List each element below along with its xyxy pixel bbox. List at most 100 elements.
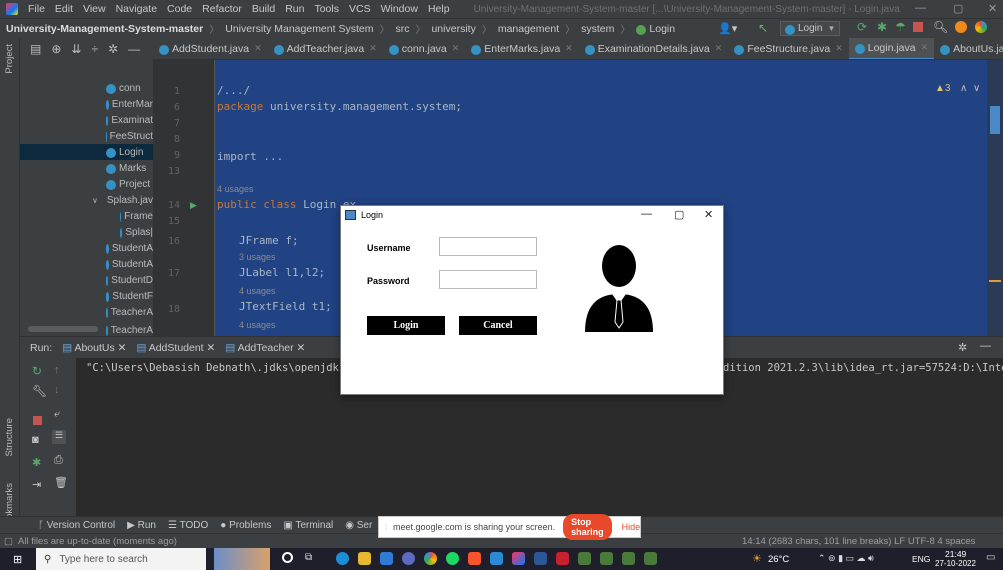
scroll-to-end-icon[interactable]: ☰: [52, 430, 66, 444]
close-tab-icon[interactable]: ✕: [452, 43, 460, 54]
locate-icon[interactable]: ⊕: [51, 42, 61, 56]
breadcrumb-management[interactable]: management: [498, 23, 559, 35]
chevron-up-icon[interactable]: ∧: [960, 83, 967, 94]
app-icon-5[interactable]: [644, 552, 657, 565]
project-view-icon[interactable]: ▤: [30, 42, 41, 56]
drag-handle-icon[interactable]: ⦙: [385, 522, 387, 533]
tree-horizontal-scrollbar[interactable]: [28, 326, 98, 332]
tray-icons[interactable]: ⌃ ⊚ ▮ ▭ ☁ 🔊︎: [818, 553, 874, 564]
cancel-button[interactable]: Cancel: [459, 316, 537, 335]
run-tab-addstudent[interactable]: ▤ AddStudent ✕: [136, 342, 215, 354]
close-tab-icon[interactable]: ✕: [369, 43, 377, 54]
minimize-window-button[interactable]: —: [915, 2, 926, 14]
menu-vcs[interactable]: VCS: [349, 3, 371, 15]
tree-item-feestructure[interactable]: FeeStruct: [20, 128, 153, 144]
print-icon[interactable]: ⎙: [54, 454, 63, 467]
menu-navigate[interactable]: Navigate: [116, 3, 157, 15]
tool-version-control[interactable]: ᚴ Version Control: [38, 520, 115, 531]
breadcrumb-system[interactable]: system: [581, 23, 614, 35]
tool-terminal[interactable]: ▣ Terminal: [283, 520, 333, 531]
run-icon[interactable]: ⟳: [857, 20, 867, 34]
breadcrumb-university[interactable]: university: [431, 23, 475, 35]
cortana-icon[interactable]: [282, 552, 293, 563]
notification-icon[interactable]: ▭: [986, 552, 995, 563]
close-tab-icon[interactable]: ✕: [835, 43, 843, 54]
store-icon[interactable]: [380, 552, 393, 565]
hide-icon[interactable]: —: [128, 42, 140, 56]
tab-conn[interactable]: conn.java ✕: [383, 38, 466, 59]
tree-item-splash[interactable]: ∨ Splash.jav: [20, 192, 153, 208]
task-view-icon[interactable]: ⧉: [305, 552, 318, 565]
tree-item-marks[interactable]: Marks: [20, 160, 153, 176]
tree-item-login[interactable]: Login: [20, 144, 153, 160]
intellij-icon[interactable]: [512, 552, 525, 565]
gear-icon[interactable]: ✲: [108, 42, 118, 56]
vscode-icon[interactable]: [490, 552, 503, 565]
language-indicator[interactable]: ENG: [912, 554, 930, 564]
expand-all-icon[interactable]: ⇊: [71, 42, 81, 56]
project-tool-tab[interactable]: Project: [4, 44, 15, 74]
menu-code[interactable]: Code: [167, 3, 192, 15]
build-hammer-icon[interactable]: ↖: [758, 21, 768, 35]
maximize-window-button[interactable]: ▢: [953, 2, 963, 15]
exit-icon[interactable]: ⇥: [32, 478, 41, 491]
debug-icon[interactable]: ✱: [32, 456, 41, 469]
tree-item-studentd[interactable]: StudentD: [20, 272, 153, 288]
gear-icon[interactable]: ✲: [958, 341, 967, 354]
search-everywhere-icon[interactable]: 🔍︎: [933, 20, 948, 34]
menu-view[interactable]: View: [83, 3, 106, 15]
hide-banner-button[interactable]: Hide: [622, 522, 641, 532]
collapse-all-icon[interactable]: ÷: [91, 42, 98, 56]
tree-item-examination[interactable]: Examinat: [20, 112, 153, 128]
app-icon-2[interactable]: [578, 552, 591, 565]
brave-icon[interactable]: [468, 552, 481, 565]
down-arrow-icon[interactable]: ↓: [54, 384, 60, 396]
camera-icon[interactable]: ◙: [32, 434, 39, 446]
menu-help[interactable]: Help: [428, 3, 450, 15]
tree-item-project[interactable]: Project: [20, 176, 153, 192]
breadcrumb-project[interactable]: University-Management-System-master: [6, 23, 203, 35]
run-tab-aboutus[interactable]: ▤ AboutUs ✕: [62, 342, 126, 354]
windows-start-icon[interactable]: ⊞: [13, 553, 22, 566]
menu-build[interactable]: Build: [252, 3, 275, 15]
tree-item-entermarks[interactable]: EnterMar: [20, 96, 153, 112]
tree-item-conn[interactable]: conn: [20, 80, 153, 96]
minimize-dialog-button[interactable]: —: [641, 208, 652, 220]
rerun-icon[interactable]: ↻: [32, 364, 42, 378]
tool-run[interactable]: ▶ Run: [127, 520, 156, 531]
tree-item-studenta-2[interactable]: StudentA: [20, 256, 153, 272]
up-arrow-icon[interactable]: ↑: [54, 364, 60, 376]
stop-sharing-button[interactable]: Stop sharing: [563, 514, 612, 540]
close-tab-icon[interactable]: ✕: [921, 42, 929, 53]
close-tab-icon[interactable]: ✕: [254, 43, 262, 54]
edge-icon[interactable]: [336, 552, 349, 565]
pdf-icon[interactable]: [556, 552, 569, 565]
weather-icon[interactable]: ☀: [752, 552, 762, 565]
trash-icon[interactable]: 🗑︎: [54, 476, 68, 489]
tool-services[interactable]: ◉ Ser: [345, 520, 372, 531]
close-tab-icon[interactable]: ✕: [715, 43, 723, 54]
tree-item-studenta[interactable]: StudentA: [20, 240, 153, 256]
tool-todo[interactable]: ☰ TODO: [168, 520, 208, 531]
maximize-dialog-button[interactable]: ▢: [674, 208, 684, 221]
app-icon-3[interactable]: [600, 552, 613, 565]
hide-panel-icon[interactable]: —: [980, 340, 991, 352]
menu-edit[interactable]: Edit: [55, 3, 73, 15]
coverage-icon[interactable]: ☂: [895, 20, 906, 34]
weather-temp[interactable]: 26°C: [768, 554, 789, 565]
tool-problems[interactable]: ● Problems: [220, 520, 271, 531]
breadcrumb-src[interactable]: src: [395, 23, 409, 35]
status-icon[interactable]: ▢: [4, 536, 13, 547]
word-icon[interactable]: [534, 552, 547, 565]
breadcrumb-login[interactable]: Login: [649, 23, 675, 35]
close-window-button[interactable]: ✕: [988, 2, 997, 15]
menu-run[interactable]: Run: [285, 3, 304, 15]
chevron-down-icon[interactable]: ∨: [973, 83, 980, 94]
menu-file[interactable]: File: [28, 3, 45, 15]
chevron-down-icon[interactable]: ∨: [92, 196, 98, 205]
tree-item-frame[interactable]: Frame: [20, 208, 153, 224]
tab-aboutus[interactable]: AboutUs.java✕: [934, 38, 1003, 59]
tab-addteacher[interactable]: AddTeacher.java ✕: [268, 38, 383, 59]
tab-feestructure[interactable]: FeeStructure.java ✕: [728, 38, 848, 59]
file-explorer-icon[interactable]: [358, 552, 371, 565]
